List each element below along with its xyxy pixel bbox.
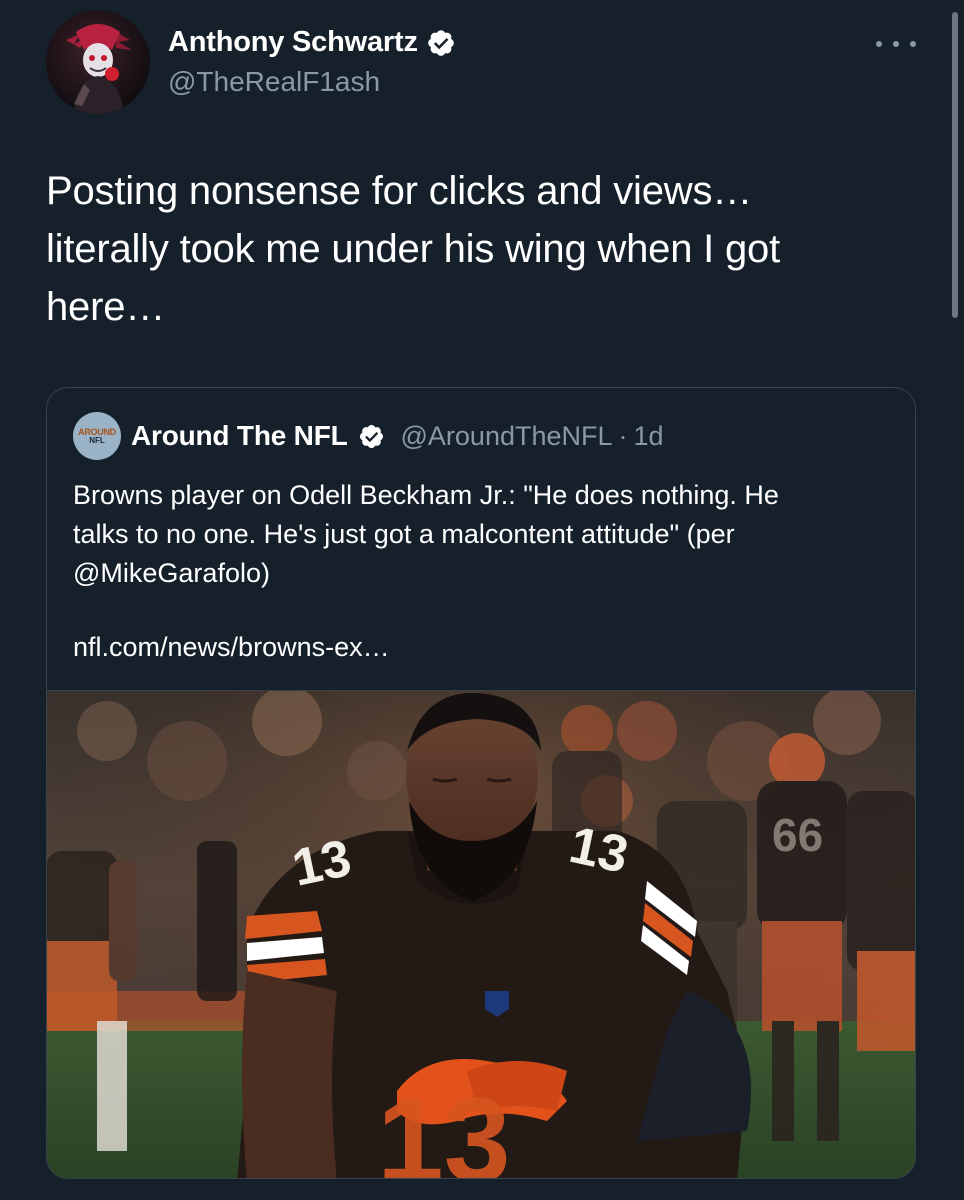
more-dots-icon — [893, 41, 899, 47]
author-avatar[interactable] — [46, 10, 150, 114]
character-avatar-icon — [46, 10, 150, 114]
svg-text:13: 13 — [565, 816, 634, 885]
author-name[interactable]: Anthony Schwartz — [168, 26, 418, 59]
quoted-avatar-text-bottom: NFL — [89, 435, 105, 445]
quoted-tweet-timestamp: 1d — [633, 420, 664, 451]
quoted-author-avatar: AROUND NFL — [73, 412, 121, 460]
quoted-author-name: Around The NFL — [131, 420, 348, 451]
verified-badge-icon — [358, 423, 385, 450]
tweet-text-line: here… — [46, 285, 166, 329]
author-name-row: Anthony Schwartz — [168, 26, 456, 59]
football-player-photo-icon: 66 13 13 13 — [47, 691, 915, 1179]
quoted-text-line: Browns player on Odell Beckham Jr.: "He … — [73, 480, 779, 510]
scrollbar-track[interactable] — [946, 0, 964, 1200]
quoted-tweet-text: Browns player on Odell Beckham Jr.: "He … — [73, 476, 893, 593]
quoted-tweet-header: AROUND NFL Around The NFL @AroundTheNFL … — [73, 412, 664, 460]
quoted-text-line: talks to no one. He's just got a malcont… — [73, 519, 735, 549]
tweet-text-line: Posting nonsense for clicks and views… — [46, 169, 753, 213]
tweet-text-line: literally took me under his wing when I … — [46, 227, 780, 271]
tweet-text: Posting nonsense for clicks and views… l… — [46, 162, 906, 336]
svg-text:13: 13 — [377, 1073, 510, 1179]
more-dots-icon — [876, 41, 882, 47]
quoted-tweet-image[interactable]: 66 13 13 13 — [47, 690, 915, 1179]
svg-text:66: 66 — [772, 809, 823, 861]
meta-separator: · — [618, 420, 628, 451]
more-options-button[interactable] — [876, 32, 916, 56]
svg-text:13: 13 — [287, 829, 356, 898]
quoted-tweet-meta: @AroundTheNFL · 1d — [401, 421, 664, 452]
quoted-tweet-card[interactable]: AROUND NFL Around The NFL @AroundTheNFL … — [46, 387, 916, 1179]
quoted-text-line: @MikeGarafolo) — [73, 558, 270, 588]
author-handle[interactable]: @TheRealF1ash — [168, 66, 380, 98]
verified-badge-icon — [426, 28, 456, 58]
quoted-author-handle: @AroundTheNFL — [400, 420, 613, 451]
quoted-tweet-link[interactable]: nfl.com/news/browns-ex… — [73, 632, 390, 663]
scrollbar-thumb[interactable] — [952, 12, 958, 318]
more-dots-icon — [910, 41, 916, 47]
